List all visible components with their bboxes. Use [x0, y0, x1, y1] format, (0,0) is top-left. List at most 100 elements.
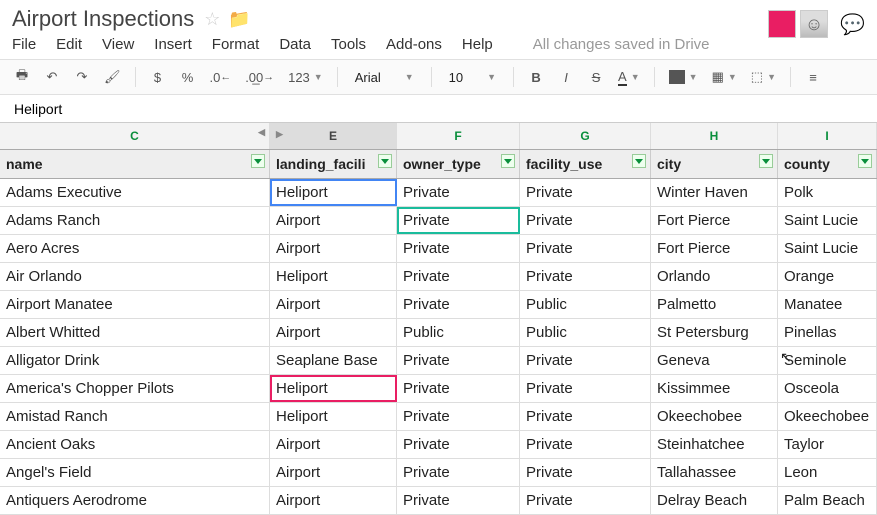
horizontal-align-button[interactable]: ≡ — [801, 65, 825, 89]
cell[interactable]: Aero Acres — [0, 235, 270, 262]
header-cell-landing[interactable]: landing_facili — [270, 150, 397, 178]
cell[interactable]: Public — [397, 319, 520, 346]
cell[interactable]: Saint Lucie — [778, 207, 877, 234]
column-header-i[interactable]: I — [778, 123, 877, 149]
decrease-decimal-button[interactable]: .0← — [206, 65, 236, 89]
cell[interactable]: Airport — [270, 319, 397, 346]
number-format-button[interactable]: 123▼ — [284, 65, 327, 89]
comments-icon[interactable]: 💬 — [840, 12, 865, 37]
cell[interactable]: Airport — [270, 487, 397, 514]
column-header-c[interactable]: C◀ — [0, 123, 270, 149]
cell[interactable]: Private — [397, 235, 520, 262]
cell[interactable]: Private — [520, 431, 651, 458]
header-cell-facility[interactable]: facility_use — [520, 150, 651, 178]
filter-icon[interactable] — [858, 154, 872, 168]
cell[interactable]: Private — [397, 263, 520, 290]
cell[interactable]: Albert Whitted — [0, 319, 270, 346]
column-header-h[interactable]: H — [651, 123, 778, 149]
cell[interactable]: Private — [520, 347, 651, 374]
cell[interactable]: Airport — [270, 431, 397, 458]
print-icon[interactable]: 🖶 — [10, 65, 34, 89]
menu-help[interactable]: Help — [462, 36, 493, 53]
strikethrough-button[interactable]: S — [584, 65, 608, 89]
column-header-f[interactable]: F — [397, 123, 520, 149]
menu-insert[interactable]: Insert — [154, 36, 192, 53]
italic-button[interactable]: I — [554, 65, 578, 89]
increase-decimal-button[interactable]: .0̲0→ — [241, 65, 278, 89]
column-header-e[interactable]: ▶E — [270, 123, 397, 149]
text-color-button[interactable]: A▼ — [614, 65, 644, 89]
formula-input[interactable] — [10, 99, 867, 119]
header-cell-city[interactable]: city — [651, 150, 778, 178]
filter-icon[interactable] — [251, 154, 265, 168]
cell[interactable]: Orlando — [651, 263, 778, 290]
filter-icon[interactable] — [501, 154, 515, 168]
cell[interactable]: Private — [397, 431, 520, 458]
cell[interactable]: Airport — [270, 235, 397, 262]
cell[interactable]: Geneva — [651, 347, 778, 374]
cell[interactable]: Public — [520, 291, 651, 318]
cell[interactable]: Private — [520, 375, 651, 402]
cell[interactable]: Pinellas — [778, 319, 877, 346]
cell[interactable]: Seaplane Base — [270, 347, 397, 374]
cell[interactable]: Fort Pierce — [651, 235, 778, 262]
cell[interactable]: Saint Lucie — [778, 235, 877, 262]
cell[interactable]: Private — [397, 375, 520, 402]
format-percent-button[interactable]: % — [176, 65, 200, 89]
cell[interactable]: Taylor — [778, 431, 877, 458]
cell[interactable]: Fort Pierce — [651, 207, 778, 234]
cell[interactable]: Private — [520, 235, 651, 262]
menu-edit[interactable]: Edit — [56, 36, 82, 53]
cell[interactable]: Private — [397, 207, 520, 234]
cell[interactable]: St Petersburg — [651, 319, 778, 346]
cell[interactable]: Ancient Oaks — [0, 431, 270, 458]
cell[interactable]: Palm Beach — [778, 487, 877, 514]
cell[interactable]: Heliport — [270, 263, 397, 290]
cell[interactable]: Private — [520, 403, 651, 430]
folder-icon[interactable]: 📁 — [228, 9, 250, 30]
cell[interactable]: Private — [520, 459, 651, 486]
cell[interactable]: Airport Manatee — [0, 291, 270, 318]
cell[interactable]: Leon — [778, 459, 877, 486]
cell[interactable]: Private — [397, 403, 520, 430]
cell[interactable]: Heliport — [270, 403, 397, 430]
cell[interactable]: Private — [520, 263, 651, 290]
menu-file[interactable]: File — [12, 36, 36, 53]
cell[interactable]: Tallahassee — [651, 459, 778, 486]
merge-cells-button[interactable]: ⬚▼ — [747, 65, 780, 89]
menu-tools[interactable]: Tools — [331, 36, 366, 53]
menu-addons[interactable]: Add-ons — [386, 36, 442, 53]
menu-data[interactable]: Data — [279, 36, 311, 53]
cell[interactable]: Okeechobee — [651, 403, 778, 430]
font-family-select[interactable]: Arial▼ — [348, 67, 421, 88]
filter-icon[interactable] — [378, 154, 392, 168]
format-currency-button[interactable]: $ — [146, 65, 170, 89]
cell[interactable]: America's Chopper Pilots — [0, 375, 270, 402]
show-hidden-columns-icon[interactable]: ▶ — [276, 129, 283, 140]
cell[interactable]: Private — [397, 291, 520, 318]
cell[interactable]: Orange — [778, 263, 877, 290]
star-icon[interactable]: ☆ — [204, 9, 220, 30]
cell[interactable]: Osceola — [778, 375, 877, 402]
font-size-select[interactable]: 10▼ — [442, 67, 503, 88]
cell[interactable]: Air Orlando — [0, 263, 270, 290]
filter-icon[interactable] — [759, 154, 773, 168]
cell[interactable]: Delray Beach — [651, 487, 778, 514]
cell[interactable]: Heliport — [270, 375, 397, 402]
cell[interactable]: Kissimmee — [651, 375, 778, 402]
cell[interactable]: Private — [397, 179, 520, 206]
cell[interactable]: Palmetto — [651, 291, 778, 318]
paint-format-icon[interactable]: 🖌 — [100, 65, 125, 89]
header-cell-owner[interactable]: owner_type — [397, 150, 520, 178]
cell[interactable]: Public — [520, 319, 651, 346]
fill-color-button[interactable]: ▼ — [665, 65, 702, 89]
avatar[interactable]: ☺ — [800, 10, 828, 38]
cell[interactable]: Private — [397, 347, 520, 374]
cell[interactable]: Amistad Ranch — [0, 403, 270, 430]
cell[interactable]: Steinhatchee — [651, 431, 778, 458]
borders-button[interactable]: ▦▼ — [708, 65, 741, 89]
undo-icon[interactable]: ↶ — [40, 65, 64, 89]
redo-icon[interactable]: ↷ — [70, 65, 94, 89]
filter-icon[interactable] — [632, 154, 646, 168]
bold-button[interactable]: B — [524, 65, 548, 89]
